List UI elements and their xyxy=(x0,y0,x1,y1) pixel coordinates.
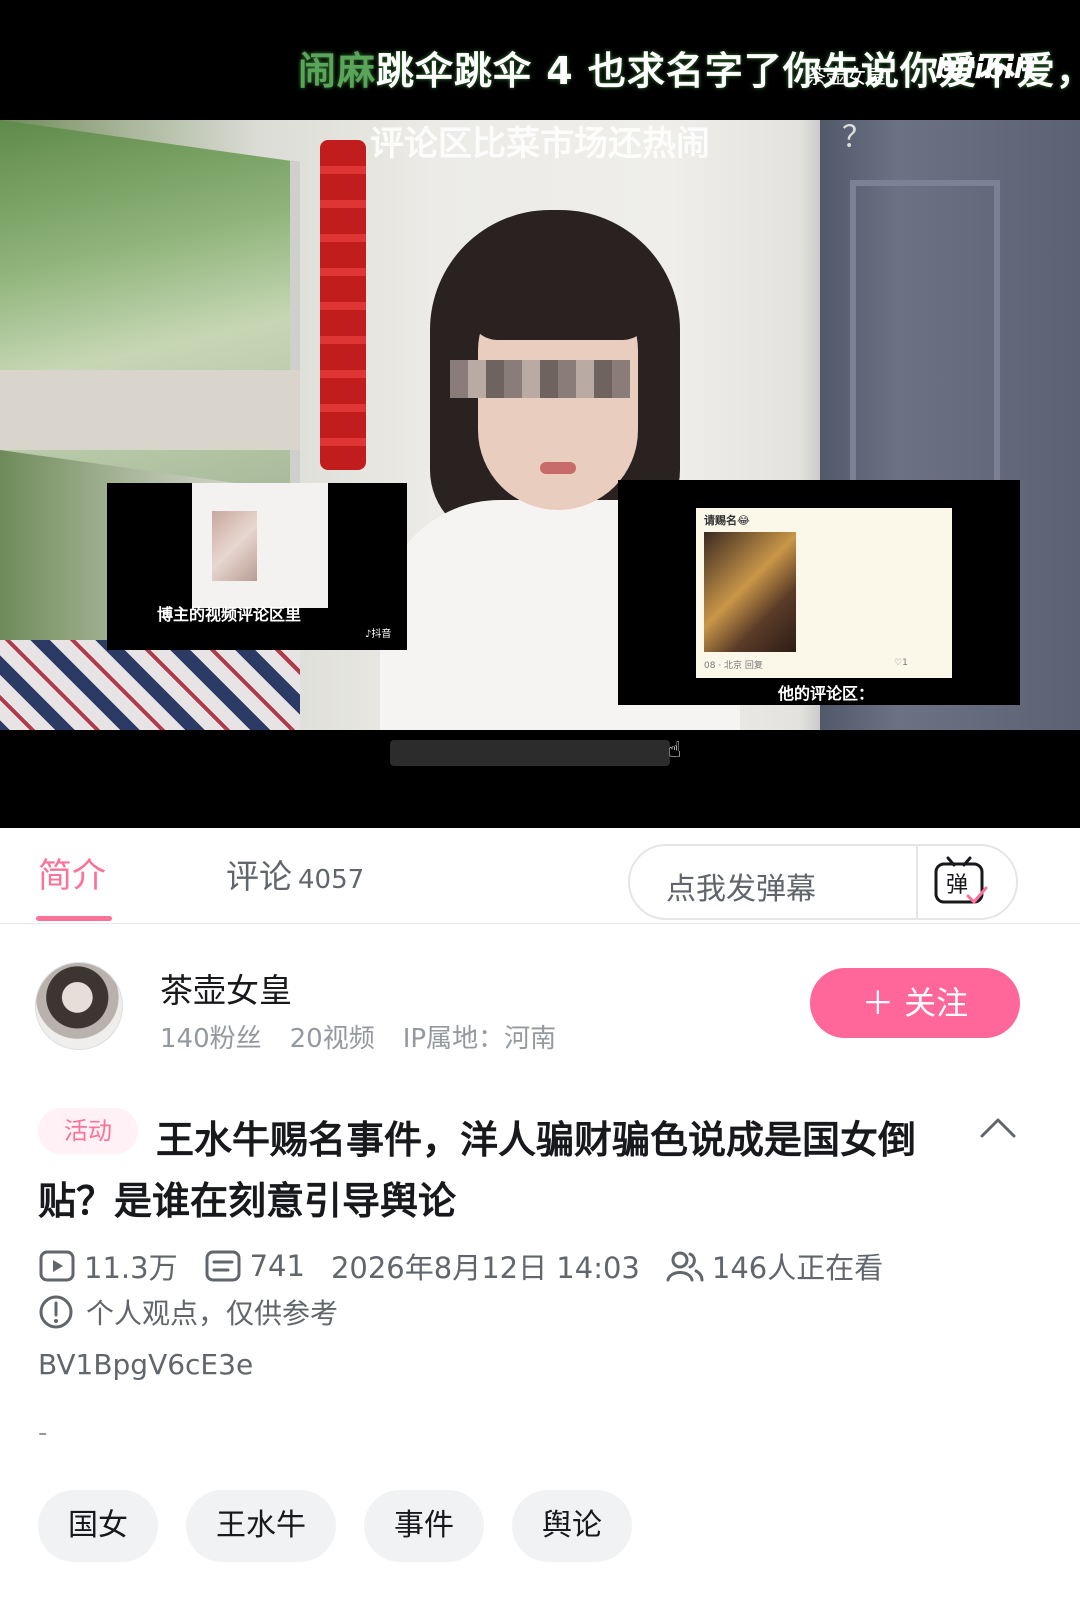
comment-count: 4057 xyxy=(298,865,365,895)
follow-button[interactable]: ＋ 关注 xyxy=(810,968,1020,1038)
notice-text: 个人观点，仅供参考 xyxy=(86,1297,339,1330)
danmaku-icon[interactable]: 弹 xyxy=(932,856,988,908)
video-overlay-subtitle: 评论区比菜市场还热闹 xyxy=(370,124,710,164)
play-count-icon xyxy=(39,1250,75,1282)
danmaku-input[interactable]: 点我发弹幕 弹 xyxy=(628,844,1018,920)
danmaku-placeholder: 点我发弹幕 xyxy=(666,872,816,907)
video-stats-row: 11.3万 741 2026年8月12日 14:03 146人正在看 xyxy=(38,1246,909,1286)
info-icon xyxy=(39,1295,73,1329)
tag-item[interactable]: 事件 xyxy=(364,1490,484,1562)
watching-people-icon xyxy=(666,1251,704,1282)
overlay-question-mark: ？ xyxy=(842,120,872,155)
inset-card-likes: ♡1 xyxy=(894,658,908,668)
bvid: BV1BpgV6cE3e xyxy=(38,1348,254,1381)
inset-card-title: 请赐名😂 xyxy=(704,514,750,527)
tab-active-indicator xyxy=(36,916,112,921)
inset-left-caption: 博主的视频评论区里 xyxy=(157,605,302,624)
uploader-ip: IP属地：河南 xyxy=(402,1024,557,1054)
face-mosaic xyxy=(450,360,630,398)
video-bottom-subtitle xyxy=(390,740,670,766)
chevron-up-icon[interactable] xyxy=(978,1112,1018,1142)
publish-time: 2026年8月12日 14:03 xyxy=(330,1251,640,1285)
activity-badge[interactable]: 活动 xyxy=(38,1108,138,1154)
bilibili-logo: bilibili xyxy=(935,52,1033,85)
notice-row: 个人观点，仅供参考 xyxy=(38,1292,338,1332)
douyin-watermark: ♪抖音 xyxy=(365,629,392,640)
tag-list: 国女 王水牛 事件 舆论 xyxy=(38,1490,632,1562)
watching-count: 146人正在看 xyxy=(711,1251,884,1285)
danmaku-count: 741 xyxy=(249,1249,305,1283)
tab-comments[interactable]: 评论 4057 xyxy=(226,850,364,898)
cursor-icon: ☝ xyxy=(668,738,682,763)
tag-item[interactable]: 舆论 xyxy=(512,1490,632,1562)
inset-screenshot-right: 请赐名😂 08 · 北京 回复 ♡1 他的评论区： xyxy=(618,480,1020,705)
uploader-avatar[interactable] xyxy=(35,962,123,1050)
svg-text:弹: 弹 xyxy=(946,873,968,898)
inset-card-meta: 08 · 北京 回复 ♡1 xyxy=(704,658,908,671)
inset-screenshot-left: 博主的视频评论区里 ♪抖音 xyxy=(107,483,407,650)
uploader-videos: 20视频 xyxy=(289,1024,375,1054)
uploader-name[interactable]: 茶壶女皇 xyxy=(160,964,292,1012)
video-description: - xyxy=(38,1418,48,1448)
uploader-fans: 140粉丝 xyxy=(160,1024,262,1054)
uploader-watermark: 茶壶女皇 xyxy=(806,64,886,88)
video-player[interactable]: 博主的视频评论区里 ♪抖音 请赐名😂 08 · 北京 回复 ♡1 他的评论区： … xyxy=(0,0,1080,828)
danmaku-count-icon xyxy=(205,1250,241,1282)
tag-item[interactable]: 国女 xyxy=(38,1490,158,1562)
scene-sofa xyxy=(0,640,300,730)
scene-red-tassel xyxy=(320,140,366,470)
video-title: 王水牛赐名事件，洋人骗财骗色说成是国女倒贴？是谁在刻意引导舆论 xyxy=(38,1118,917,1223)
tab-intro[interactable]: 简介 xyxy=(38,848,106,897)
tag-item[interactable]: 王水牛 xyxy=(186,1490,336,1562)
uploader-stats: 140粉丝 20视频 IP属地：河南 xyxy=(160,1018,584,1055)
tab-bar: 简介 评论 4057 点我发弹幕 弹 xyxy=(0,828,1080,924)
view-count: 11.3万 xyxy=(84,1251,178,1285)
inset-right-caption: 他的评论区： xyxy=(778,684,875,703)
